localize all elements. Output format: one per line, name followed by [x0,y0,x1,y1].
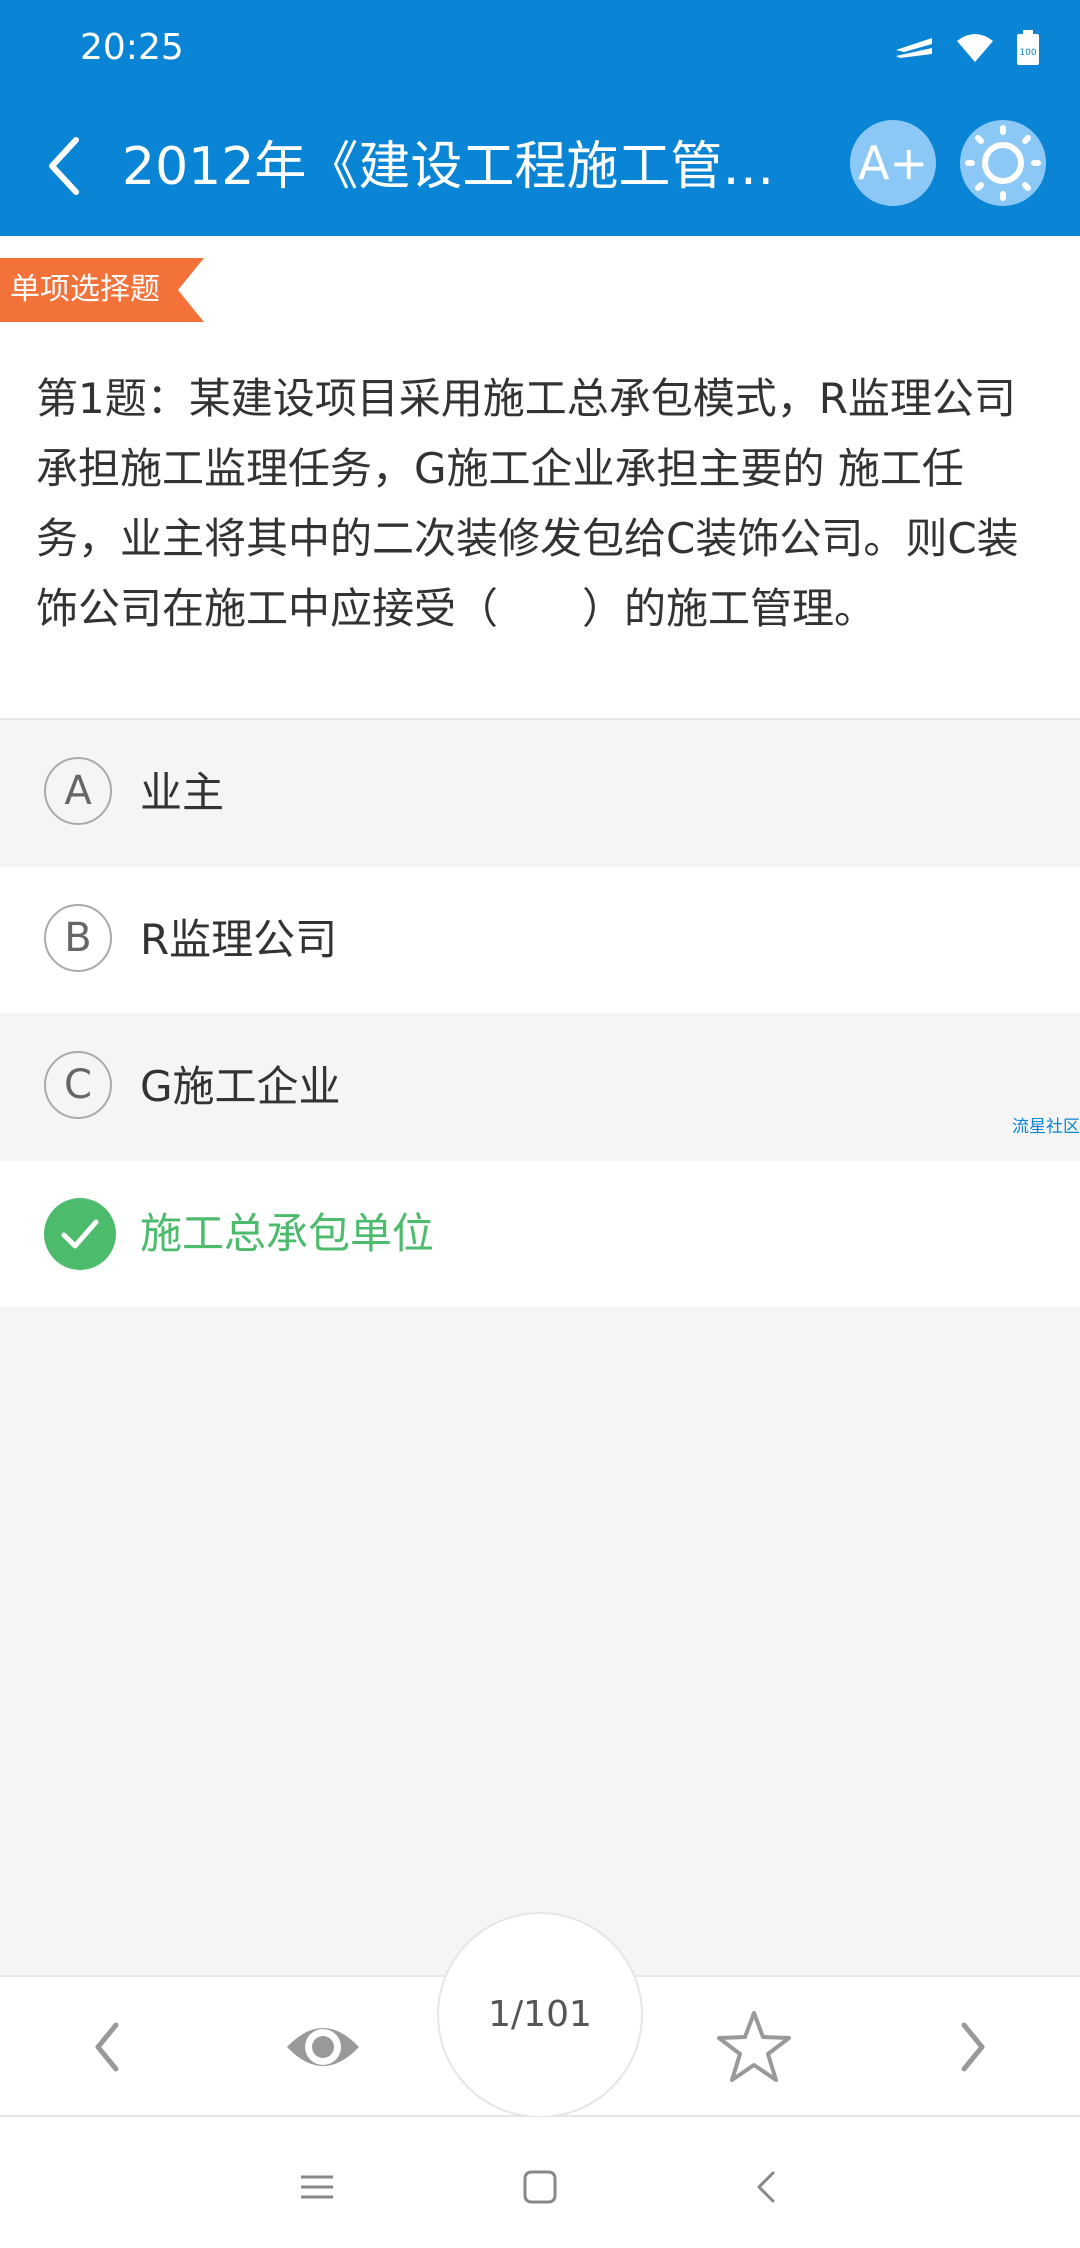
wifi-icon [956,33,994,67]
status-bar: 20:25 100 [0,0,1080,96]
nav-back-button[interactable] [727,2147,807,2227]
menu-button[interactable] [277,2147,357,2227]
question-type-tag: 单项选择题 [0,258,204,322]
battery-level: 100 [1019,48,1036,58]
watermark: 流星社区 [1012,1117,1080,1137]
font-size-icon: A+ [857,136,928,190]
option-c[interactable]: C G施工企业 [0,1014,1080,1160]
back-icon [49,137,79,195]
font-size-button[interactable]: A+ [850,120,936,206]
theme-button[interactable] [960,120,1046,206]
theme-icon [965,125,1041,201]
option-b[interactable]: B R监理公司 [0,867,1080,1013]
option-label: 业主 [140,768,225,817]
status-time: 20:25 [80,27,184,68]
app-bar: 2012年《建设工程施工管理… A+ [0,96,1080,236]
prev-icon [95,2022,119,2072]
eye-icon [287,2028,359,2066]
home-icon [523,2170,557,2204]
check-icon [44,1198,116,1270]
option-label-correct: 施工总承包单位 [140,1209,435,1258]
page-counter-text: 1/101 [488,1994,592,2035]
option-letter: B [44,904,112,972]
next-icon [961,2022,985,2072]
page-title: 2012年《建设工程施工管理… [122,137,802,197]
option-a[interactable]: A 业主 [0,720,1080,866]
option-label: G施工企业 [140,1062,341,1111]
prev-question-button[interactable] [48,1977,168,2117]
show-answer-button[interactable] [263,1977,383,2117]
system-nav-bar [0,2117,1080,2248]
question-index-button[interactable]: 1/101 [437,1912,643,2118]
star-icon [717,2011,791,2082]
question-text: 第1题：某建设项目采用施工总承包模式，R监理公司承担施工监理任务，G施工企业承担… [36,374,1019,633]
option-label: R监理公司 [140,915,338,964]
favorite-button[interactable] [694,1977,814,2117]
status-icons: 100 [894,30,1040,70]
signal-icon [894,34,934,66]
question-card: 单项选择题 第1题：某建设项目采用施工总承包模式，R监理公司承担施工监理任务，G… [0,236,1080,720]
nav-back-icon [757,2171,775,2203]
option-letter: C [44,1051,112,1119]
menu-icon [301,2175,333,2199]
home-button[interactable] [500,2147,580,2227]
back-button[interactable] [30,126,110,206]
option-d[interactable]: 施工总承包单位 [0,1161,1080,1307]
next-question-button[interactable] [912,1977,1032,2117]
option-letter: A [44,757,112,825]
battery-icon: 100 [1016,30,1040,70]
